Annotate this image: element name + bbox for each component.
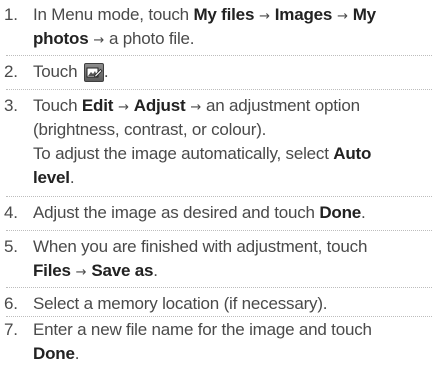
step-divider <box>6 316 432 317</box>
step-text-line: When you are finished with adjustment, t… <box>33 235 433 259</box>
menu-term: Done <box>33 344 75 363</box>
arrow-separator: → <box>114 100 133 115</box>
step-text: Touch Edit → Adjust → an adjustment opti… <box>33 94 433 190</box>
step-divider <box>6 89 432 90</box>
menu-term: Done <box>319 203 362 222</box>
arrow-separator: → <box>255 9 274 24</box>
step-text: Touch . <box>33 60 433 84</box>
step-text: In Menu mode, touch My files → Images → … <box>33 3 433 51</box>
step-divider <box>6 196 432 197</box>
instruction-text: In Menu mode, touch <box>33 5 194 24</box>
menu-term: Save as <box>91 261 154 280</box>
arrow-separator: → <box>333 9 352 24</box>
edit-photo-icon <box>83 63 104 82</box>
step-text-line: (brightness, contrast, or colour). <box>33 118 433 142</box>
step-text: Enter a new file name for the image and … <box>33 318 433 366</box>
instruction-text: . <box>74 344 80 363</box>
instruction-text: Touch <box>33 62 82 81</box>
step-number: 2. <box>4 62 18 81</box>
step-number: 1. <box>4 5 18 24</box>
arrow-separator: → <box>71 265 91 280</box>
instruction-text: Enter a new file name for the image and … <box>33 320 372 339</box>
instruction-steps: 1. In Menu mode, touch My files → Images… <box>0 0 438 363</box>
step-text-line: Files → Save as. <box>33 259 433 283</box>
instruction-text: . <box>153 261 158 280</box>
menu-term: photos <box>33 29 89 48</box>
step-divider <box>6 55 432 56</box>
step-number: 5. <box>4 237 18 256</box>
step-text-line: In Menu mode, touch My files → Images → … <box>33 3 433 27</box>
step-number: 6. <box>4 294 18 313</box>
step-divider <box>6 287 432 288</box>
instruction-text: . <box>361 203 366 222</box>
instruction-text: (brightness, contrast, or colour). <box>33 120 267 139</box>
step-text-line: level. <box>33 166 433 190</box>
arrow-separator: → <box>89 33 109 48</box>
menu-term: level <box>33 168 70 187</box>
instruction-text: Select a memory location (if necessary). <box>33 294 328 313</box>
instruction-text: When you are finished with adjustment, t… <box>33 237 368 256</box>
instruction-text: Adjust the image as desired and touch <box>33 203 320 222</box>
step-number: 3. <box>4 96 18 115</box>
step-text-line: Touch . <box>33 60 433 84</box>
step-text-line: Select a memory location (if necessary). <box>33 292 433 316</box>
step-text: When you are finished with adjustment, t… <box>33 235 433 283</box>
menu-term: Adjust <box>133 96 186 115</box>
step-divider <box>6 230 432 231</box>
menu-term: My files <box>193 5 255 24</box>
menu-term: Auto <box>333 144 372 163</box>
step-number: 7. <box>4 320 18 339</box>
step-text-line: Enter a new file name for the image and … <box>33 318 433 342</box>
instruction-text: To adjust the image automatically, selec… <box>33 144 334 163</box>
step-text: Adjust the image as desired and touch Do… <box>33 201 433 225</box>
step-number: 4. <box>4 203 18 222</box>
step-text-line: To adjust the image automatically, selec… <box>33 142 433 166</box>
menu-term: Edit <box>81 96 114 115</box>
instruction-text: . <box>103 62 109 81</box>
menu-term: Files <box>33 261 71 280</box>
instruction-text: . <box>69 168 75 187</box>
step-text-line: Adjust the image as desired and touch Do… <box>33 201 433 225</box>
step-text-line: Touch Edit → Adjust → an adjustment opti… <box>33 94 433 118</box>
instruction-text: Touch <box>33 96 82 115</box>
step-text: Select a memory location (if necessary). <box>33 292 433 316</box>
step-text-line: photos → a photo file. <box>33 27 433 51</box>
arrow-separator: → <box>186 100 206 115</box>
instruction-text: a photo file. <box>109 29 195 48</box>
instruction-text: an adjustment option <box>206 96 360 115</box>
menu-term: Images <box>274 5 333 24</box>
menu-term: My <box>352 5 376 24</box>
